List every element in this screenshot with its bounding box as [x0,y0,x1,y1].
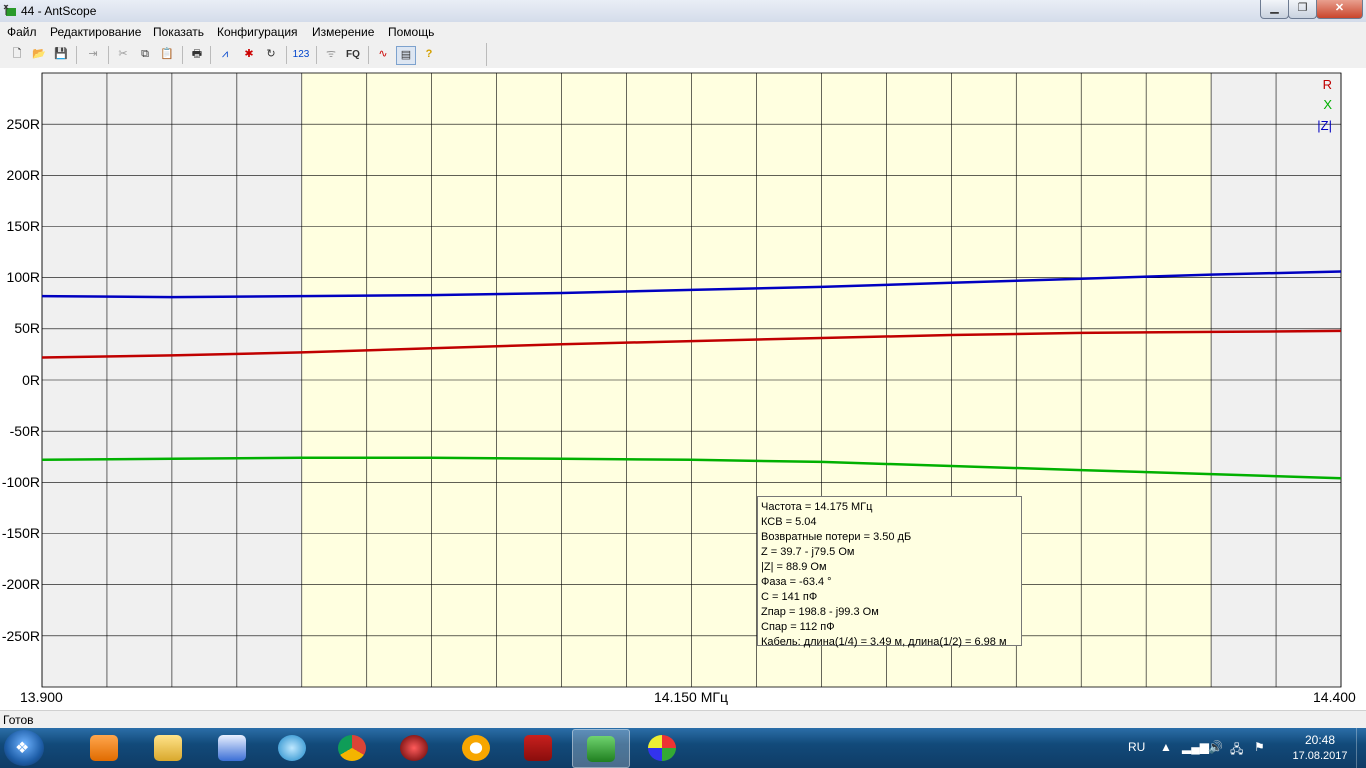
menu-help[interactable]: Помощь [388,25,434,39]
show-hidden-icons-icon[interactable]: ▲ [1160,740,1172,754]
menu-edit[interactable]: Редактирование [50,25,141,39]
menu-bar: Файл Редактирование Показать Конфигураци… [0,22,1366,42]
impedance-chart[interactable]: 250R 200R 150R 100R 50R 0R -50R -100R -1… [0,68,1366,710]
export-icon[interactable]: ⇥ [84,46,102,63]
info-parallel-capacitance: Cпар = 112 пФ [761,621,835,633]
clock-date[interactable]: 17.08.2017 [1284,750,1356,762]
y-tick-label: -200R [1,576,40,592]
cut-icon[interactable]: ✂ [114,46,132,63]
menu-configuration[interactable]: Конфигурация [217,25,298,39]
info-parallel-impedance: Zпар = 198.8 - j99.3 Ом [761,606,879,618]
numeric-icon[interactable]: 123 [292,46,310,63]
info-impedance-magnitude: |Z| = 88.9 Ом [761,561,827,573]
action-center-icon[interactable]: ⚑ [1254,740,1265,754]
y-tick-label: -150R [1,525,40,541]
y-tick-label: 200R [6,167,40,183]
menu-view[interactable]: Показать [153,25,204,39]
chrome-icon[interactable] [324,729,380,766]
y-tick-label: 150R [6,218,40,234]
antenna-icon[interactable]: ᯤ [322,46,340,63]
start-button[interactable]: ❖ [4,730,44,766]
x-tick-label-end: 14.400 [1313,689,1356,705]
y-tick-label: 0R [22,372,40,388]
network-app-icon[interactable] [204,729,260,766]
info-frequency: Частота = 14.175 МГц [761,501,873,513]
volume-icon[interactable]: 🔊 [1208,740,1223,754]
toolbar-separator [182,46,183,64]
system-tray: RU ▲ ▂▄▆ 🔊 🖧 ⚑ 20:48 17.08.2017 [1120,728,1366,768]
x-tick-label-start: 13.900 [20,689,63,705]
mail-agent-icon[interactable] [448,729,504,766]
y-tick-label: -100R [1,474,40,490]
pdf-reader-icon[interactable] [510,729,566,766]
refresh-icon[interactable]: ↻ [262,46,280,63]
paint-icon[interactable] [634,729,690,766]
status-text: Готов [3,713,34,727]
legend-r[interactable]: R [1310,77,1332,92]
fq-icon[interactable]: FQ [344,46,362,63]
print-icon[interactable]: 🖶 [188,46,206,63]
menu-file[interactable]: Файл [7,25,37,39]
antscope-icon[interactable] [572,729,630,768]
y-tick-label: 50R [14,320,40,336]
close-button[interactable]: ✕ [1316,0,1363,19]
toolbar: 🗋 📂 💾 ⇥ ✂ ⧉ 📋 🖶 ⩘ ✱ ↻ 123 ᯤ FQ ∿ ▤ ? [0,42,1366,69]
toolbar-separator [210,46,211,64]
info-impedance: Z = 39.7 - j79.5 Ом [761,546,855,558]
sweep-icon[interactable]: ✱ [240,46,258,63]
save-icon[interactable]: 💾 [52,46,70,63]
x-tick-label-center: 14.150 МГц [654,689,728,705]
new-icon[interactable]: 🗋 [8,46,26,63]
taskbar: ❖ RU ▲ ▂▄▆ 🔊 🖧 ⚑ 20:48 17.08.2017 [0,728,1366,768]
y-tick-label: -50R [9,423,40,439]
title-bar: 44 - AntScope ▁ ❐ ✕ [0,0,1366,23]
open-icon[interactable]: 📂 [30,46,48,63]
toolbar-separator [108,46,109,64]
network-status-icon[interactable]: 🖧 [1230,740,1243,761]
copy-icon[interactable]: ⧉ [136,46,154,63]
toolbar-separator [76,46,77,64]
y-tick-label: 250R [6,116,40,132]
dual-chart-icon[interactable]: ∿ [374,46,392,63]
info-swr: КСВ = 5.04 [761,516,817,528]
file-explorer-icon[interactable] [140,729,196,766]
chart-icon[interactable]: ⩘ [216,46,234,63]
media-player-icon[interactable] [76,729,132,766]
status-bar: Готов [0,710,1366,729]
info-capacitance: C = 141 пФ [761,591,818,603]
paste-icon[interactable]: 📋 [158,46,176,63]
toolbar-separator [316,46,317,64]
toolbar-separator [368,46,369,64]
table-icon[interactable]: ▤ [396,46,416,65]
security-app-icon[interactable] [386,729,442,766]
y-tick-label: 100R [6,269,40,285]
legend-z[interactable]: |Z| [1310,118,1332,133]
minimize-button[interactable]: ▁ [1260,0,1289,19]
antscope-app-icon [3,4,16,16]
cursor-info-tooltip: Частота = 14.175 МГц КСВ = 5.04 Возвратн… [757,496,1022,648]
language-indicator[interactable]: RU [1128,740,1145,754]
chart-canvas [41,72,1342,688]
signal-icon[interactable]: ▂▄▆ [1182,740,1209,754]
show-desktop-button[interactable] [1356,728,1366,768]
browser-app-icon[interactable] [264,729,320,766]
help-icon[interactable]: ? [420,46,438,63]
info-cable-length: Кабель: длина(1/4) = 3.49 м, длина(1/2) … [761,636,1007,648]
info-phase: Фаза = -63.4 ° [761,576,832,588]
clock-time[interactable]: 20:48 [1294,733,1346,747]
window-title: 44 - AntScope [21,4,97,18]
windows-logo-icon: ❖ [15,740,30,757]
legend-x[interactable]: X [1310,97,1332,112]
maximize-button[interactable]: ❐ [1288,0,1317,19]
info-return-loss: Возвратные потери = 3.50 дБ [761,531,912,543]
y-tick-label: -250R [1,628,40,644]
toolbar-separator [286,46,287,64]
menu-measurement[interactable]: Измерение [312,25,374,39]
